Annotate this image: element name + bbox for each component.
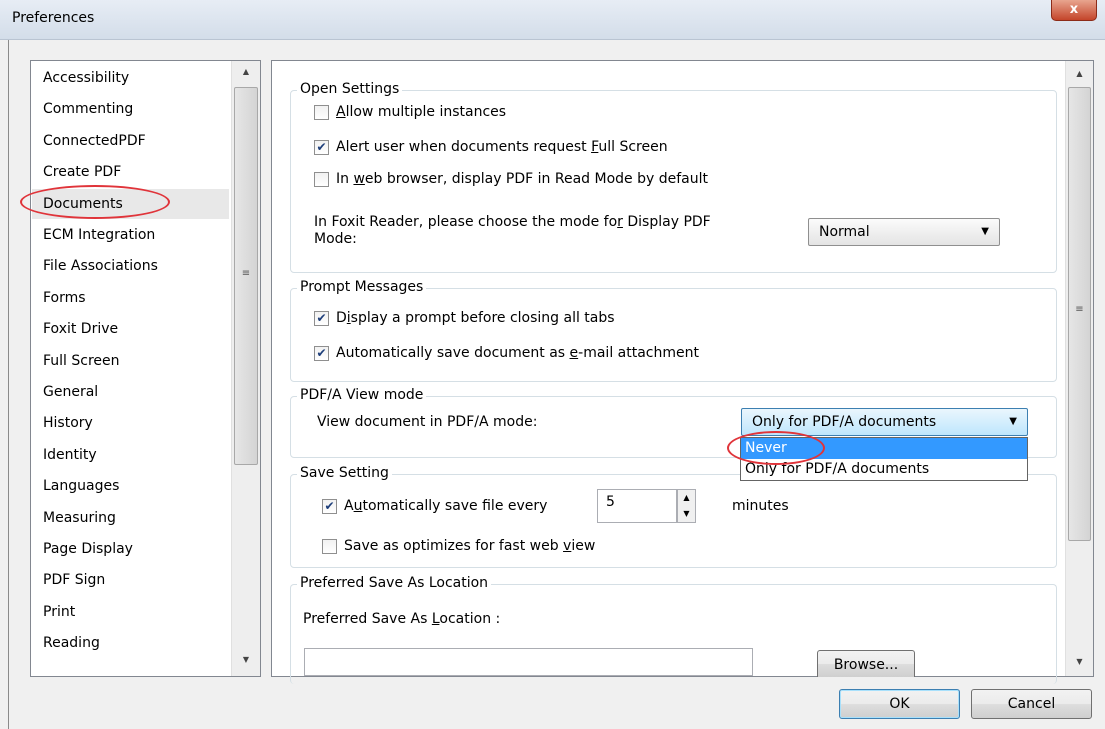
alert-fullscreen-checkbox[interactable]: ✔ Alert user when documents request Full… — [314, 139, 668, 155]
group-legend: PDF/A View mode — [297, 387, 427, 403]
category-item-page-display[interactable]: Page Display — [43, 534, 229, 564]
ok-button[interactable]: OK — [839, 689, 960, 719]
category-item-foxit-drive[interactable]: Foxit Drive — [43, 314, 229, 344]
stepper-up-icon[interactable]: ▲ — [678, 490, 695, 506]
display-mode-label: In Foxit Reader, please choose the mode … — [314, 214, 711, 247]
checkbox-box[interactable] — [314, 171, 329, 187]
category-item-file-associations[interactable]: File Associations — [43, 251, 229, 281]
category-item-connectedpdf[interactable]: ConnectedPDF — [43, 126, 229, 156]
optimize-web-checkbox[interactable]: Save as optimizes for fast web view — [322, 538, 595, 554]
browse-button[interactable]: Browse... — [817, 650, 915, 677]
minutes-stepper[interactable]: ▲ ▼ — [677, 489, 696, 523]
annotation-circle-documents — [20, 185, 170, 219]
scroll-up-icon[interactable]: ▲ — [232, 63, 260, 81]
category-item-accessibility[interactable]: Accessibility — [43, 63, 229, 93]
category-scrollbar[interactable]: ▲ ≡ ▼ — [231, 61, 260, 676]
web-browser-checkbox[interactable]: In web browser, display PDF in Read Mode… — [314, 171, 708, 187]
checkbox-box[interactable]: ✔ — [314, 345, 329, 361]
window-edge — [8, 40, 9, 729]
grip-icon: ≡ — [241, 268, 251, 279]
category-item-identity[interactable]: Identity — [43, 440, 229, 470]
stepper-down-icon[interactable]: ▼ — [678, 506, 695, 522]
category-item-measuring[interactable]: Measuring — [43, 503, 229, 533]
checkbox-label: Alert user when documents request Full S… — [336, 139, 668, 155]
checkbox-label: Display a prompt before closing all tabs — [336, 310, 615, 326]
annotation-circle-never — [727, 431, 825, 465]
group-legend: Preferred Save As Location — [297, 575, 492, 591]
group-legend: Save Setting — [297, 465, 392, 481]
scroll-down-icon[interactable]: ▼ — [232, 651, 260, 669]
checkbox-box[interactable] — [314, 104, 329, 120]
category-item-full-screen[interactable]: Full Screen — [43, 346, 229, 376]
checkbox-box[interactable]: ✔ — [314, 139, 329, 155]
auto-save-attachment-checkbox[interactable]: ✔ Automatically save document as e-mail … — [314, 345, 699, 361]
scroll-up-icon[interactable]: ▲ — [1066, 65, 1093, 83]
chevron-down-icon: ▼ — [1009, 416, 1017, 427]
category-item-create-pdf[interactable]: Create PDF — [43, 157, 229, 187]
checkbox-box[interactable]: ✔ — [322, 498, 337, 514]
checkbox-label: Save as optimizes for fast web view — [344, 538, 596, 554]
category-item-ecm-integration[interactable]: ECM Integration — [43, 220, 229, 250]
save-location-label: Preferred Save As Location : — [303, 611, 501, 627]
group-legend: Prompt Messages — [297, 279, 427, 295]
auto-save-checkbox[interactable]: ✔ Automatically save file every — [322, 498, 547, 514]
checkbox-label: Automatically save file every — [344, 498, 548, 514]
scroll-thumb[interactable]: ≡ — [1068, 87, 1091, 541]
display-prompt-checkbox[interactable]: ✔ Display a prompt before closing all ta… — [314, 310, 615, 326]
panel-scrollbar[interactable]: ▲ ≡ ▼ — [1065, 61, 1093, 676]
cancel-button[interactable]: Cancel — [971, 689, 1092, 719]
minutes-label: minutes — [732, 498, 789, 514]
category-item-forms[interactable]: Forms — [43, 283, 229, 313]
checkbox-label: Allow multiple instances — [336, 104, 507, 120]
window-title: Preferences — [12, 10, 95, 26]
minutes-input[interactable]: 5 — [597, 489, 677, 523]
category-item-print[interactable]: Print — [43, 597, 229, 627]
category-item-general[interactable]: General — [43, 377, 229, 407]
select-value: Only for PDF/A documents — [752, 414, 937, 430]
close-button[interactable]: x — [1051, 0, 1097, 21]
scroll-down-icon[interactable]: ▼ — [1066, 653, 1093, 671]
checkbox-box[interactable] — [322, 538, 337, 554]
grip-icon: ≡ — [1075, 304, 1084, 315]
category-list[interactable]: Accessibility Commenting ConnectedPDF Creat… — [30, 60, 261, 677]
pdfa-mode-label: View document in PDF/A mode: — [317, 414, 538, 430]
category-item-commenting[interactable]: Commenting — [43, 94, 229, 124]
save-location-input[interactable] — [304, 648, 753, 676]
category-item-reading[interactable]: Reading — [43, 628, 229, 658]
category-item-pdf-sign[interactable]: PDF Sign — [43, 565, 229, 595]
select-value: Normal — [819, 224, 870, 240]
title-bar: Preferences x — [0, 0, 1105, 40]
category-item-languages[interactable]: Languages — [43, 471, 229, 501]
checkbox-box[interactable]: ✔ — [314, 310, 329, 326]
prompt-messages-group: Prompt Messages — [290, 279, 1057, 382]
group-legend: Open Settings — [297, 81, 403, 97]
checkbox-label: Automatically save document as e-mail at… — [336, 345, 699, 361]
allow-multiple-checkbox[interactable]: Allow multiple instances — [314, 104, 506, 120]
category-item-history[interactable]: History — [43, 408, 229, 438]
display-mode-select[interactable]: Normal ▼ — [808, 218, 1000, 246]
chevron-down-icon: ▼ — [981, 226, 989, 237]
scroll-thumb[interactable]: ≡ — [234, 87, 258, 465]
checkbox-label: In web browser, display PDF in Read Mode… — [336, 171, 708, 187]
